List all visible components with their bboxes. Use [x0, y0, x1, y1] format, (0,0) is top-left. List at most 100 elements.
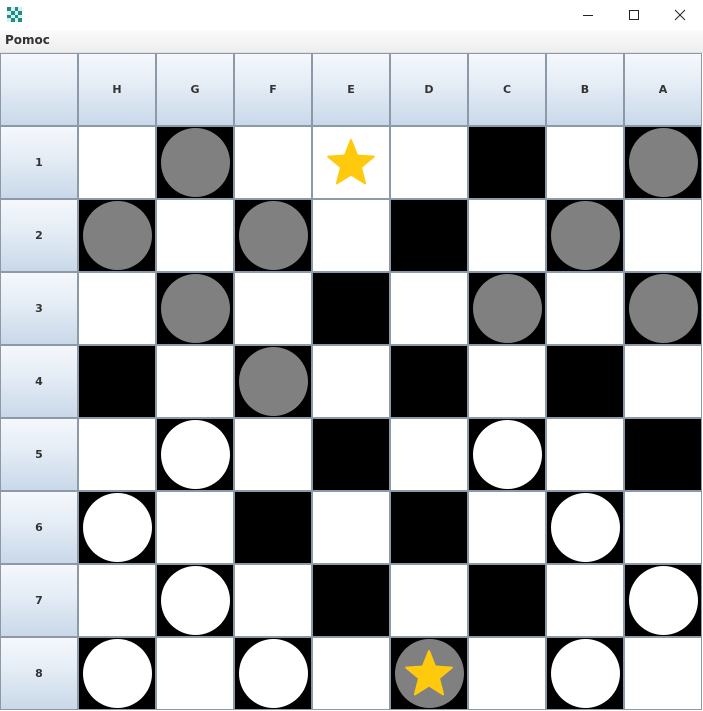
board-square-light[interactable] — [78, 126, 156, 199]
white-piece[interactable] — [238, 639, 308, 708]
board-square-dark[interactable] — [624, 272, 702, 345]
board-square-light[interactable] — [390, 418, 468, 491]
row-header: 5 — [0, 418, 78, 491]
board-square-light[interactable] — [156, 199, 234, 272]
board-square-dark[interactable] — [390, 491, 468, 564]
board-square-dark[interactable] — [234, 637, 312, 710]
board-square-light[interactable] — [546, 418, 624, 491]
gray-piece[interactable] — [628, 274, 698, 343]
board-square-light[interactable] — [546, 126, 624, 199]
white-piece[interactable] — [160, 420, 230, 489]
board-square-dark[interactable] — [156, 126, 234, 199]
board-square-dark[interactable] — [156, 272, 234, 345]
board-square-light[interactable] — [390, 272, 468, 345]
column-header: A — [624, 53, 702, 126]
board-square-light[interactable] — [468, 491, 546, 564]
row-header: 6 — [0, 491, 78, 564]
board-square-light[interactable] — [312, 199, 390, 272]
row-header: 2 — [0, 199, 78, 272]
white-piece[interactable] — [550, 493, 620, 562]
gray-piece[interactable] — [238, 347, 308, 416]
board-square-dark[interactable] — [468, 272, 546, 345]
board-square-dark[interactable] — [624, 564, 702, 637]
board-square-light[interactable] — [312, 491, 390, 564]
board-square-dark[interactable] — [156, 564, 234, 637]
board-square-dark[interactable] — [546, 637, 624, 710]
row-header: 4 — [0, 345, 78, 418]
board-square-dark[interactable] — [624, 126, 702, 199]
close-icon — [674, 9, 686, 21]
gray-piece[interactable] — [550, 201, 620, 270]
gray-piece[interactable] — [628, 128, 698, 197]
board-square-light[interactable] — [78, 418, 156, 491]
board-square-dark[interactable] — [468, 126, 546, 199]
board-square-dark[interactable] — [78, 637, 156, 710]
board-square-dark[interactable] — [312, 418, 390, 491]
board-square-light[interactable] — [312, 126, 390, 199]
board-square-dark[interactable] — [390, 199, 468, 272]
minimize-button[interactable] — [565, 0, 611, 30]
board-square-dark[interactable] — [624, 418, 702, 491]
gray-piece[interactable] — [160, 274, 230, 343]
board-square-dark[interactable] — [78, 491, 156, 564]
white-piece[interactable] — [628, 566, 698, 635]
board-square-light[interactable] — [78, 564, 156, 637]
gray-piece[interactable] — [160, 128, 230, 197]
board-square-light[interactable] — [468, 637, 546, 710]
gray-piece[interactable] — [238, 201, 308, 270]
board-square-light[interactable] — [156, 345, 234, 418]
board-square-dark[interactable] — [546, 199, 624, 272]
board-square-dark[interactable] — [234, 345, 312, 418]
board-square-light[interactable] — [390, 564, 468, 637]
gray-piece[interactable] — [472, 274, 542, 343]
gray-king[interactable] — [394, 639, 464, 708]
white-piece[interactable] — [472, 420, 542, 489]
board-square-dark[interactable] — [390, 637, 468, 710]
menu-item-pomoc[interactable]: Pomoc — [5, 33, 50, 47]
gray-piece[interactable] — [82, 201, 152, 270]
row-header: 1 — [0, 126, 78, 199]
board-square-light[interactable] — [312, 345, 390, 418]
white-piece[interactable] — [550, 639, 620, 708]
board-square-dark[interactable] — [78, 199, 156, 272]
board-square-light[interactable] — [624, 345, 702, 418]
board-square-light[interactable] — [234, 126, 312, 199]
close-button[interactable] — [657, 0, 703, 30]
board-square-light[interactable] — [546, 564, 624, 637]
board-square-light[interactable] — [234, 418, 312, 491]
board-square-light[interactable] — [624, 199, 702, 272]
board-square-light[interactable] — [624, 491, 702, 564]
board-square-dark[interactable] — [234, 199, 312, 272]
row-header: 3 — [0, 272, 78, 345]
board-square-dark[interactable] — [468, 564, 546, 637]
board-square-dark[interactable] — [390, 345, 468, 418]
board-square-light[interactable] — [390, 126, 468, 199]
white-piece[interactable] — [82, 639, 152, 708]
board-square-light[interactable] — [156, 491, 234, 564]
board-square-dark[interactable] — [234, 491, 312, 564]
board-square-dark[interactable] — [546, 491, 624, 564]
board-square-dark[interactable] — [312, 272, 390, 345]
board-square-dark[interactable] — [312, 564, 390, 637]
board-square-light[interactable] — [156, 637, 234, 710]
board-square-light[interactable] — [234, 272, 312, 345]
white-piece[interactable] — [160, 566, 230, 635]
board-square-light[interactable] — [468, 345, 546, 418]
board-square-light[interactable] — [546, 272, 624, 345]
board-square-dark[interactable] — [546, 345, 624, 418]
board-square-dark[interactable] — [156, 418, 234, 491]
board-square-dark[interactable] — [468, 418, 546, 491]
board-square-light[interactable] — [234, 564, 312, 637]
maximize-button[interactable] — [611, 0, 657, 30]
board-square-light[interactable] — [78, 272, 156, 345]
board-square-light[interactable] — [312, 637, 390, 710]
board-square-light[interactable] — [468, 199, 546, 272]
maximize-icon — [629, 10, 639, 20]
minimize-icon — [583, 15, 593, 16]
column-header: F — [234, 53, 312, 126]
white-piece[interactable] — [82, 493, 152, 562]
row-header: 7 — [0, 564, 78, 637]
board-square-light[interactable] — [624, 637, 702, 710]
white-king[interactable] — [316, 128, 386, 197]
board-square-dark[interactable] — [78, 345, 156, 418]
